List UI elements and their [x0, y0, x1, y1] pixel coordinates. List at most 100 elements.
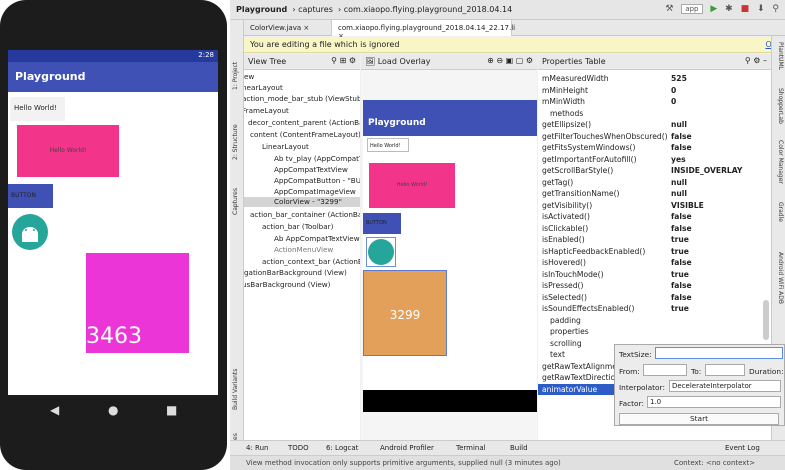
tool-tab-plantuml[interactable]: PlantUML: [777, 42, 784, 70]
property-row[interactable]: isSelected() false: [538, 292, 771, 304]
search-icon[interactable]: ⚲: [745, 56, 751, 65]
tree-row[interactable]: AppCompatButton - "BUTTON": [274, 176, 360, 186]
tree-row[interactable]: LinearLayout: [262, 142, 309, 152]
load-overlay-button[interactable]: 🖼 Load Overlay: [365, 57, 431, 66]
tree-row[interactable]: iew: [244, 72, 254, 82]
tree-row[interactable]: igationBarBackground (View): [244, 268, 347, 278]
tree-row[interactable]: Ab tv_play (AppCompatTextView): [274, 154, 360, 164]
textsize-input[interactable]: [655, 347, 783, 359]
status-context: Context: <no context>: [674, 459, 756, 467]
tool-tab-project[interactable]: 1: Project: [232, 62, 239, 90]
breadcrumb-file[interactable]: com.xiaopo.flying.playground_2018.04.14: [344, 5, 513, 14]
property-row[interactable]: getFitsSystemWindows() false: [538, 142, 771, 154]
breadcrumb-captures[interactable]: captures: [298, 5, 333, 14]
tree-row[interactable]: usBarBackground (View): [244, 280, 330, 290]
tree-row[interactable]: action_bar (Toolbar): [262, 222, 333, 232]
tool-event-log[interactable]: Event Log: [725, 444, 760, 452]
recents-icon[interactable]: ■: [166, 403, 177, 417]
debug-icon[interactable]: ✱: [725, 4, 733, 14]
tool-run[interactable]: 4: Run: [246, 444, 268, 452]
property-row[interactable]: getVisibility() VISIBLE: [538, 200, 771, 212]
run-config-dropdown[interactable]: app: [681, 4, 703, 14]
overlay-app-title[interactable]: Playground: [363, 100, 537, 136]
property-row[interactable]: getTag() null: [538, 177, 771, 189]
search-icon[interactable]: ⚲: [331, 56, 337, 65]
tree-row-selected[interactable]: ColorView - "3299": [244, 197, 360, 207]
tree-row[interactable]: nearLayout: [244, 83, 283, 93]
tree-row[interactable]: action_mode_bar_stub (ViewStub): [244, 94, 360, 104]
phone-button[interactable]: BUTTON: [8, 184, 53, 208]
tool-tab-shopperlab[interactable]: ShopperLab: [777, 88, 784, 124]
property-row[interactable]: isSoundEffectsEnabled() true: [538, 303, 771, 315]
overlay-pink-textview[interactable]: Hello World!: [369, 163, 455, 208]
hide-icon[interactable]: –: [763, 56, 767, 65]
property-row[interactable]: getScrollBarStyle() INSIDE_OVERLAY: [538, 165, 771, 177]
tree-row[interactable]: content (ContentFrameLayout): [250, 130, 360, 140]
from-input[interactable]: [643, 364, 687, 376]
overlay-button[interactable]: BUTTON: [363, 213, 401, 234]
gear-icon[interactable]: ⚙: [349, 56, 356, 65]
search-icon[interactable]: ⚲: [772, 4, 779, 14]
property-row[interactable]: isActivated() false: [538, 211, 771, 223]
property-key: animatorValue: [542, 384, 598, 394]
property-row[interactable]: properties: [538, 326, 771, 338]
interpolator-select[interactable]: DecelerateInterpolator: [669, 380, 781, 392]
stop-icon[interactable]: ■: [741, 4, 750, 14]
property-row[interactable]: isInTouchMode() true: [538, 269, 771, 281]
tool-tab-gradle[interactable]: Gradle: [777, 202, 784, 222]
tree-row[interactable]: action_bar_container (ActionBarC...): [250, 210, 360, 220]
actual-size-icon[interactable]: ▢: [516, 56, 524, 65]
property-row[interactable]: methods: [538, 108, 771, 120]
tree-row[interactable]: AppCompatImageView: [274, 187, 356, 197]
back-icon[interactable]: ◀: [50, 403, 59, 417]
gear-icon[interactable]: ⚙: [753, 56, 760, 65]
tab-capture-file[interactable]: com.xiaopo.flying.playground_2018.04.14_…: [332, 20, 515, 40]
property-row[interactable]: isClickable() false: [538, 223, 771, 235]
property-row[interactable]: isHovered() false: [538, 257, 771, 269]
tool-todo[interactable]: TODO: [288, 444, 309, 452]
property-row[interactable]: getImportantForAutofill() yes: [538, 154, 771, 166]
property-row[interactable]: getTransitionName() null: [538, 188, 771, 200]
tool-tab-color-manager[interactable]: Color Manager: [777, 140, 784, 184]
tool-terminal[interactable]: Terminal: [456, 444, 486, 452]
home-icon[interactable]: ●: [108, 403, 118, 417]
property-row[interactable]: isEnabled() true: [538, 234, 771, 246]
sdk-manager-icon[interactable]: ⬇: [757, 4, 765, 14]
to-input[interactable]: [705, 364, 745, 376]
expand-icon[interactable]: ⊞: [340, 56, 347, 65]
hammer-icon[interactable]: ⚒: [665, 4, 673, 14]
tree-row[interactable]: ActionMenuView: [274, 245, 333, 255]
tab-colorview-java[interactable]: ColorView.java ×: [244, 20, 332, 36]
overlay-colorview[interactable]: 3299: [363, 270, 447, 356]
tool-tab-wifi-adb[interactable]: Android WiFi ADB: [777, 252, 784, 304]
property-row[interactable]: mMinHeight 0: [538, 85, 771, 97]
overlay-android-robot-icon[interactable]: [366, 237, 396, 267]
tree-row[interactable]: Ab AppCompatTextView: [274, 234, 360, 244]
tree-row[interactable]: decor_content_parent (ActionBar...): [248, 118, 360, 128]
factor-input[interactable]: 1.0: [647, 396, 781, 408]
start-button[interactable]: Start: [619, 413, 779, 425]
tree-row[interactable]: action_context_bar (ActionBarC...): [262, 257, 360, 267]
zoom-out-icon[interactable]: ⊖: [496, 56, 503, 65]
property-row[interactable]: mMinWidth 0: [538, 96, 771, 108]
tool-profiler[interactable]: Android Profiler: [380, 444, 434, 452]
overlay-hello-text[interactable]: Hello World!: [367, 138, 409, 152]
properties-scrollbar[interactable]: [763, 300, 769, 340]
property-row[interactable]: isPressed() false: [538, 280, 771, 292]
tool-tab-build-variants[interactable]: Build Variants: [232, 369, 239, 410]
tool-logcat[interactable]: 6: Logcat: [326, 444, 358, 452]
property-row[interactable]: getFilterTouchesWhenObscured() false: [538, 131, 771, 143]
property-row[interactable]: mMeasuredWidth 525: [538, 73, 771, 85]
fit-icon[interactable]: ▣: [506, 56, 514, 65]
tree-row[interactable]: AppCompatTextView: [274, 165, 348, 175]
zoom-in-icon[interactable]: ⊕: [487, 56, 494, 65]
property-row[interactable]: isHapticFeedbackEnabled() true: [538, 246, 771, 258]
tool-build[interactable]: Build: [510, 444, 528, 452]
tree-row[interactable]: FrameLayout: [244, 106, 289, 116]
property-row[interactable]: padding: [538, 315, 771, 327]
tool-tab-captures[interactable]: Captures: [232, 188, 239, 215]
tool-tab-structure[interactable]: 2: Structure: [232, 124, 239, 160]
property-row[interactable]: getEllipsize() null: [538, 119, 771, 131]
run-icon[interactable]: ▶: [710, 4, 717, 14]
gear-icon[interactable]: ⚙: [526, 56, 533, 65]
